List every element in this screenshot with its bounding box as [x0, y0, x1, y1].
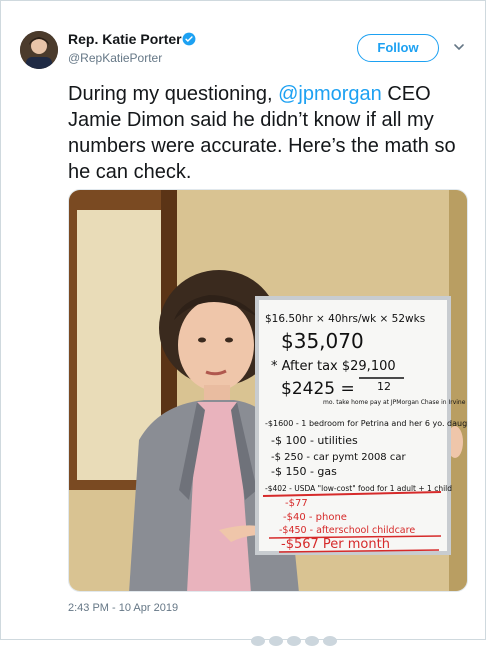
wb-line-3: * After tax $29,100	[271, 359, 396, 374]
wb-line-13: -$567 Per month	[281, 537, 390, 552]
wb-line-1: $16.50hr × 40hrs/wk × 52wks	[265, 313, 425, 325]
wb-line-2: $35,070	[281, 329, 364, 353]
liker-avatar[interactable]	[305, 636, 319, 646]
wb-line-11: -$40 - phone	[283, 512, 347, 523]
verified-badge-icon	[182, 32, 196, 46]
wb-line-4b: 12	[377, 380, 391, 393]
wb-line-4a: $2425 =	[281, 379, 355, 399]
wb-line-5: -$1600 - 1 bedroom for Petrina and her 6…	[265, 419, 468, 428]
likers-avatars	[251, 633, 341, 651]
wb-line-6: -$ 100 - utilities	[271, 434, 358, 447]
liker-avatar[interactable]	[251, 636, 265, 646]
timestamp[interactable]: 2:43 PM - 10 Apr 2019	[68, 602, 178, 614]
tweet-text-start: During my questioning,	[68, 83, 279, 105]
wb-line-8: -$ 150 - gas	[271, 465, 337, 478]
wb-line-7: -$ 250 - car pymt 2008 car	[271, 452, 406, 463]
author-handle[interactable]: @RepKatiePorter	[68, 51, 162, 65]
liker-avatar[interactable]	[323, 636, 337, 646]
wb-line-12: -$450 - afterschool childcare	[279, 525, 415, 536]
liker-avatar[interactable]	[269, 636, 283, 646]
liker-avatar[interactable]	[287, 636, 301, 646]
follow-button[interactable]: Follow	[357, 34, 439, 62]
tweet-card: Rep. Katie Porter @RepKatiePorter Follow…	[0, 0, 486, 646]
tweet-text: During my questioning, @jpmorgan CEO Jam…	[68, 81, 468, 185]
avatar[interactable]	[20, 31, 58, 69]
chevron-down-icon[interactable]	[453, 41, 465, 53]
wb-line-10: -$77	[285, 498, 308, 509]
tweet-photo[interactable]: $16.50hr × 40hrs/wk × 52wks $35,070 * Af…	[68, 189, 468, 592]
wb-line-4c: mo. take home pay at JPMorgan Chase in I…	[323, 399, 466, 406]
author-name[interactable]: Rep. Katie Porter	[68, 31, 182, 47]
mention-link[interactable]: @jpmorgan	[278, 83, 382, 105]
